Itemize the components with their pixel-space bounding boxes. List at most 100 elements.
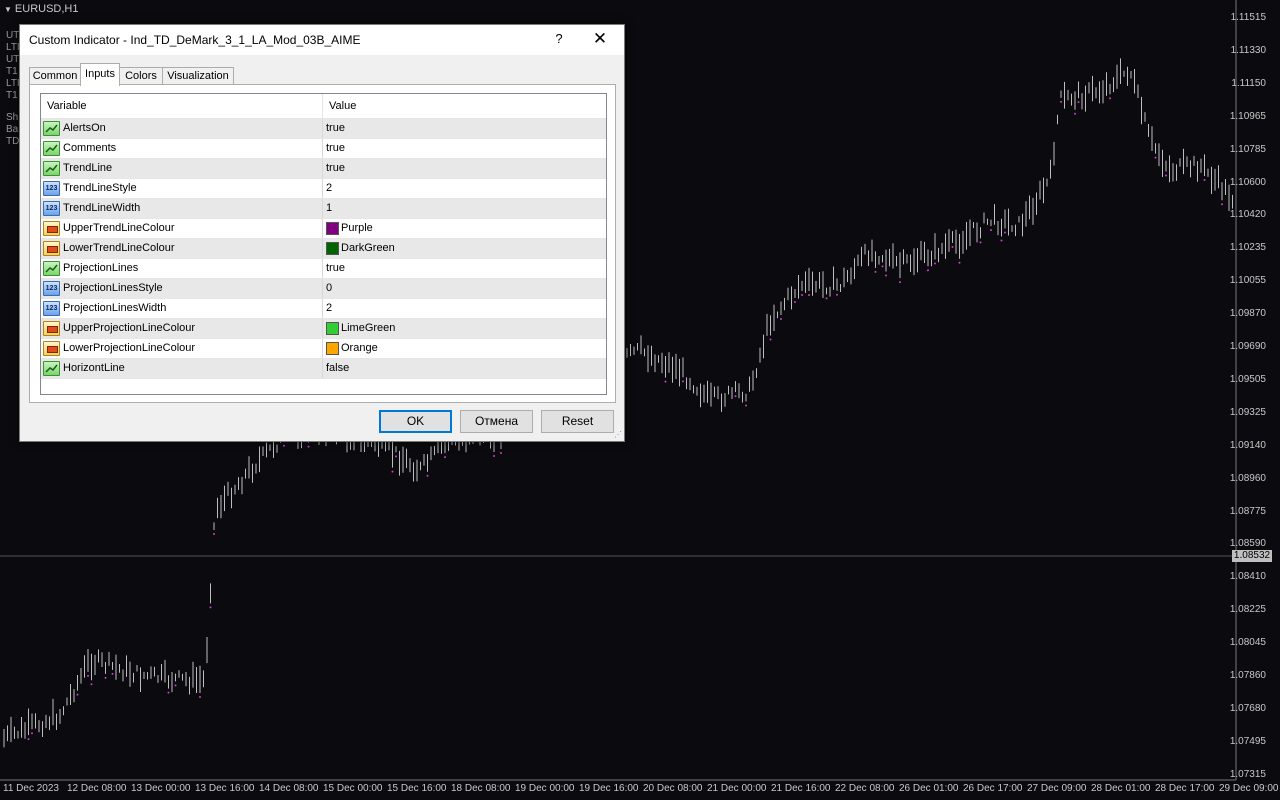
signal-dot (825, 297, 828, 300)
integer-param-icon: 123 (43, 281, 60, 296)
time-tick-label: 15 Dec 00:00 (323, 783, 383, 794)
time-tick-label: 11 Dec 2023 (3, 783, 59, 794)
column-value[interactable]: Value (329, 100, 356, 112)
signal-dot (395, 455, 397, 458)
indicator-label: T1 (6, 66, 18, 77)
time-tick-label: 26 Dec 17:00 (963, 783, 1023, 794)
signal-dot (76, 693, 79, 696)
input-row[interactable]: ProjectionLines true (41, 259, 606, 279)
signal-dot (1203, 178, 1206, 181)
signal-dot (1221, 203, 1223, 206)
signal-dot (769, 338, 772, 341)
param-name: LowerProjectionLineColour (63, 342, 196, 354)
param-value: true (326, 162, 345, 174)
signal-dot (885, 274, 887, 277)
time-tick-label: 18 Dec 08:00 (451, 783, 511, 794)
dialog-titlebar[interactable]: Custom Indicator - Ind_TD_DeMark_3_1_LA_… (20, 25, 624, 55)
indicator-label: UT (6, 30, 20, 41)
time-tick-label: 12 Dec 08:00 (67, 783, 127, 794)
price-tick-label: 1.08590 (1229, 538, 1266, 550)
signal-dot (307, 445, 310, 448)
cancel-button[interactable]: Отмена (460, 410, 533, 433)
resize-grip-icon[interactable]: ⋰ (614, 430, 622, 439)
signal-dot (493, 455, 495, 458)
indicator-label: LTI (6, 78, 20, 89)
price-tick-label: 1.08960 (1229, 472, 1266, 484)
color-swatch (326, 342, 339, 355)
time-tick-label: 26 Dec 01:00 (899, 783, 959, 794)
param-name: ProjectionLinesWidth (63, 302, 167, 314)
param-value: 2 (326, 182, 333, 194)
time-tick-label: 19 Dec 00:00 (515, 783, 575, 794)
signal-dot (27, 738, 30, 741)
price-tick-label: 1.07860 (1229, 670, 1266, 681)
input-row[interactable]: Comments true (41, 139, 606, 159)
param-name: TrendLineWidth (63, 202, 141, 214)
indicator-label: Ba (6, 124, 19, 135)
signal-dot (111, 672, 114, 675)
signal-dot (881, 265, 884, 268)
param-name: LowerTrendLineColour (63, 242, 175, 254)
current-price-label: 1.08532 (1232, 550, 1272, 562)
chart-symbol-header: ▼ EURUSD,H1 (4, 3, 79, 15)
indicator-labels: UT LTI UT T1 LTI T1 Sh Ba TD (6, 30, 20, 148)
bool-param-icon (43, 261, 60, 276)
chart-symbol: EURUSD,H1 (14, 3, 79, 15)
signal-dot (1060, 100, 1062, 103)
indicator-label: TD (6, 136, 20, 147)
signal-dot (283, 444, 285, 447)
signal-dot (1165, 174, 1167, 177)
input-row[interactable]: TrendLine true (41, 159, 606, 179)
indicator-label: T1 (6, 90, 18, 101)
param-value: true (326, 122, 345, 134)
signal-dot (745, 404, 747, 407)
help-icon[interactable]: ? (551, 31, 567, 46)
color-swatch (326, 222, 339, 235)
input-row[interactable]: LowerTrendLineColour DarkGreen (41, 239, 606, 259)
signal-dot (444, 456, 446, 459)
column-variable[interactable]: Variable (47, 100, 87, 112)
signal-dot (836, 293, 838, 296)
input-row[interactable]: 123 ProjectionLinesStyle 0 (41, 279, 606, 299)
price-tick-label: 1.09870 (1229, 308, 1266, 320)
price-tick-label: 1.08045 (1229, 637, 1266, 649)
price-tick-label: 1.09140 (1229, 439, 1266, 451)
input-row[interactable]: AlertsOn true (41, 119, 606, 139)
input-row[interactable]: UpperProjectionLineColour LimeGreen (41, 319, 606, 339)
signal-dot (500, 451, 502, 454)
inputs-grid: Variable Value AlertsOn true Comments true T… (40, 93, 607, 395)
color-param-icon (43, 241, 60, 256)
tab-inputs[interactable]: Inputs (80, 63, 120, 86)
close-icon[interactable]: ✕ (590, 29, 610, 49)
price-tick-label: 1.09690 (1229, 341, 1266, 352)
signal-dot (874, 270, 877, 273)
integer-param-icon: 123 (43, 181, 60, 196)
price-tick-label: 1.10420 (1229, 209, 1266, 221)
reset-button[interactable]: Reset (541, 410, 614, 433)
param-value: true (326, 262, 345, 274)
color-param-icon (43, 341, 60, 356)
param-value: DarkGreen (341, 242, 395, 254)
input-row[interactable]: 123 TrendLineStyle 2 (41, 179, 606, 199)
price-tick-label: 1.09505 (1229, 373, 1266, 385)
input-row[interactable]: LowerProjectionLineColour Orange (41, 339, 606, 359)
param-value: Purple (341, 222, 373, 234)
integer-param-icon: 123 (43, 301, 60, 316)
time-tick-label: 21 Dec 00:00 (707, 783, 767, 794)
input-row[interactable]: HorizontLine false (41, 359, 606, 379)
signal-dot (31, 732, 33, 735)
input-row[interactable]: 123 TrendLineWidth 1 (41, 199, 606, 219)
price-tick-label: 1.10785 (1229, 143, 1266, 155)
signal-dot (734, 395, 737, 398)
input-row[interactable]: 123 ProjectionLinesWidth 2 (41, 299, 606, 319)
collapse-triangle-icon[interactable]: ▼ (4, 5, 12, 14)
color-swatch (326, 242, 339, 255)
input-row[interactable]: UpperTrendLineColour Purple (41, 219, 606, 239)
signal-dot (934, 262, 936, 265)
ok-button[interactable]: OK (379, 410, 452, 433)
price-tick-label: 1.09325 (1229, 406, 1266, 418)
price-tick-label: 1.10965 (1229, 110, 1266, 122)
bool-param-icon (43, 141, 60, 156)
time-tick-label: 13 Dec 00:00 (131, 783, 191, 794)
signal-dot (213, 532, 215, 535)
